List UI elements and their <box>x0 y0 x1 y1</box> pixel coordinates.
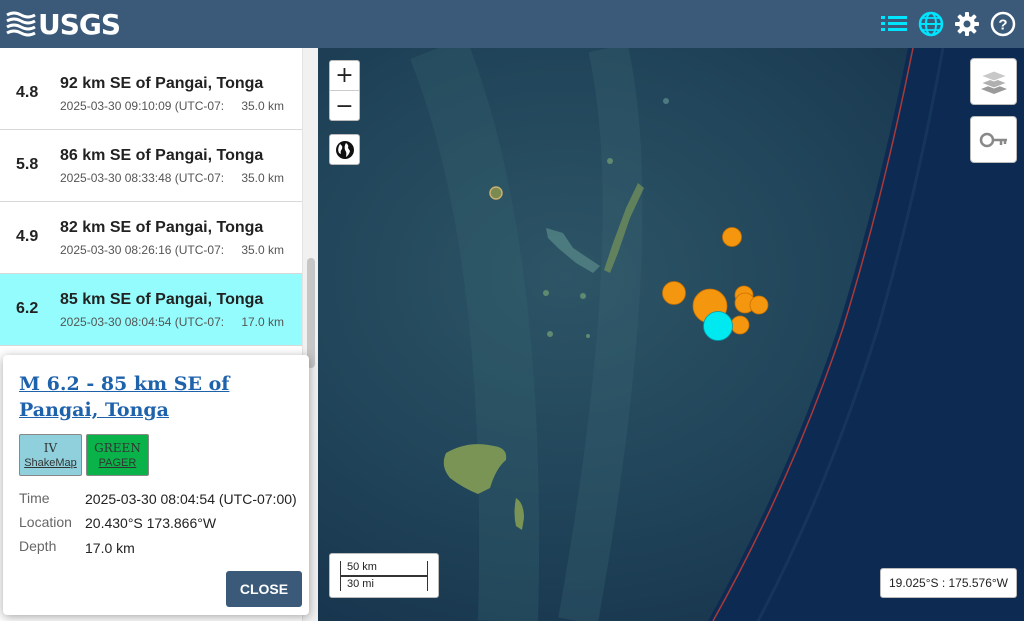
shakemap-label: ShakeMap <box>24 457 77 469</box>
event-depth: 35.0 km <box>241 171 284 185</box>
depth-value: 17.0 km <box>85 540 135 556</box>
pager-value: GREEN <box>94 441 141 455</box>
svg-text:?: ? <box>998 17 1007 34</box>
scrollbar-thumb[interactable] <box>307 258 315 368</box>
pager-label: PAGER <box>98 457 137 469</box>
close-button[interactable]: CLOSE <box>226 571 302 607</box>
event-title-link[interactable]: M 6.2 - 85 km SE of Pangai, Tonga <box>19 371 299 423</box>
pager-badge[interactable]: GREEN PAGER <box>86 434 149 476</box>
usgs-logo[interactable]: USGS <box>6 6 121 42</box>
shakemap-value: IV <box>43 441 58 455</box>
scale-km-label: 50 km <box>340 561 428 576</box>
selected-earthquake-marker[interactable] <box>703 311 733 341</box>
place-title: 85 km SE of Pangai, Tonga <box>60 291 264 308</box>
world-view-button[interactable] <box>329 134 360 165</box>
event-time: 2025-03-30 08:04:54 (UTC-07: <box>60 315 225 329</box>
place-title: 86 km SE of Pangai, Tonga <box>60 147 264 164</box>
zoom-control: + − <box>329 60 360 121</box>
depth-label: Depth <box>19 538 57 554</box>
earthquake-list-item-selected[interactable]: 6.2 85 km SE of Pangai, Tonga 2025-03-30… <box>0 274 302 346</box>
globe-icon <box>335 140 354 159</box>
time-value: 2025-03-30 08:04:54 (UTC-07:00) <box>85 491 297 507</box>
magnitude: 5.8 <box>16 156 39 173</box>
zoom-in-button[interactable]: + <box>330 61 359 91</box>
list-icon[interactable] <box>880 10 908 38</box>
location-label: Location <box>19 514 72 530</box>
time-label: Time <box>19 490 50 506</box>
globe-icon[interactable] <box>917 10 945 38</box>
scale-mi-label: 30 mi <box>340 576 428 591</box>
cursor-coordinates: 19.025°S : 175.576°W <box>880 568 1017 598</box>
event-depth: 17.0 km <box>241 315 284 329</box>
key-icon <box>979 132 1007 147</box>
earthquake-list-item[interactable]: 5.8 86 km SE of Pangai, Tonga 2025-03-30… <box>0 130 302 202</box>
earthquake-marker[interactable] <box>722 227 742 247</box>
earthquake-list-item[interactable]: 4.8 92 km SE of Pangai, Tonga 2025-03-30… <box>0 58 302 130</box>
help-icon[interactable]: ? <box>989 10 1017 38</box>
shakemap-badge[interactable]: IV ShakeMap <box>19 434 82 476</box>
place-title: 92 km SE of Pangai, Tonga <box>60 75 264 92</box>
map-scale: 50 km 30 mi <box>329 553 439 598</box>
earthquake-marker[interactable] <box>749 295 769 315</box>
logo-text: USGS <box>38 7 121 41</box>
event-time: 2025-03-30 08:33:48 (UTC-07: <box>60 171 225 185</box>
map-view[interactable] <box>318 48 1024 621</box>
satellite-map[interactable] <box>318 48 1024 621</box>
event-time: 2025-03-30 09:10:09 (UTC-07: <box>60 99 225 113</box>
magnitude: 4.9 <box>16 228 39 245</box>
layers-button[interactable] <box>970 58 1017 105</box>
usgs-waves-icon <box>6 11 36 37</box>
location-value: 20.430°S 173.866°W <box>85 515 217 531</box>
event-popup: M 6.2 - 85 km SE of Pangai, Tonga IV Sha… <box>3 355 309 615</box>
place-title: 82 km SE of Pangai, Tonga <box>60 219 264 236</box>
zoom-out-button[interactable]: − <box>330 91 359 121</box>
event-depth: 35.0 km <box>241 99 284 113</box>
magnitude: 4.8 <box>16 84 39 101</box>
earthquake-marker[interactable] <box>730 315 750 335</box>
event-time: 2025-03-30 08:26:16 (UTC-07: <box>60 243 225 257</box>
magnitude: 6.2 <box>16 300 39 317</box>
gear-icon[interactable] <box>953 10 981 38</box>
earthquake-list-item[interactable]: 4.9 82 km SE of Pangai, Tonga 2025-03-30… <box>0 202 302 274</box>
earthquake-marker[interactable] <box>662 281 686 305</box>
legend-button[interactable] <box>970 116 1017 163</box>
app-header: USGS ? <box>0 0 1024 48</box>
layers-icon <box>979 69 1008 94</box>
event-depth: 35.0 km <box>241 243 284 257</box>
